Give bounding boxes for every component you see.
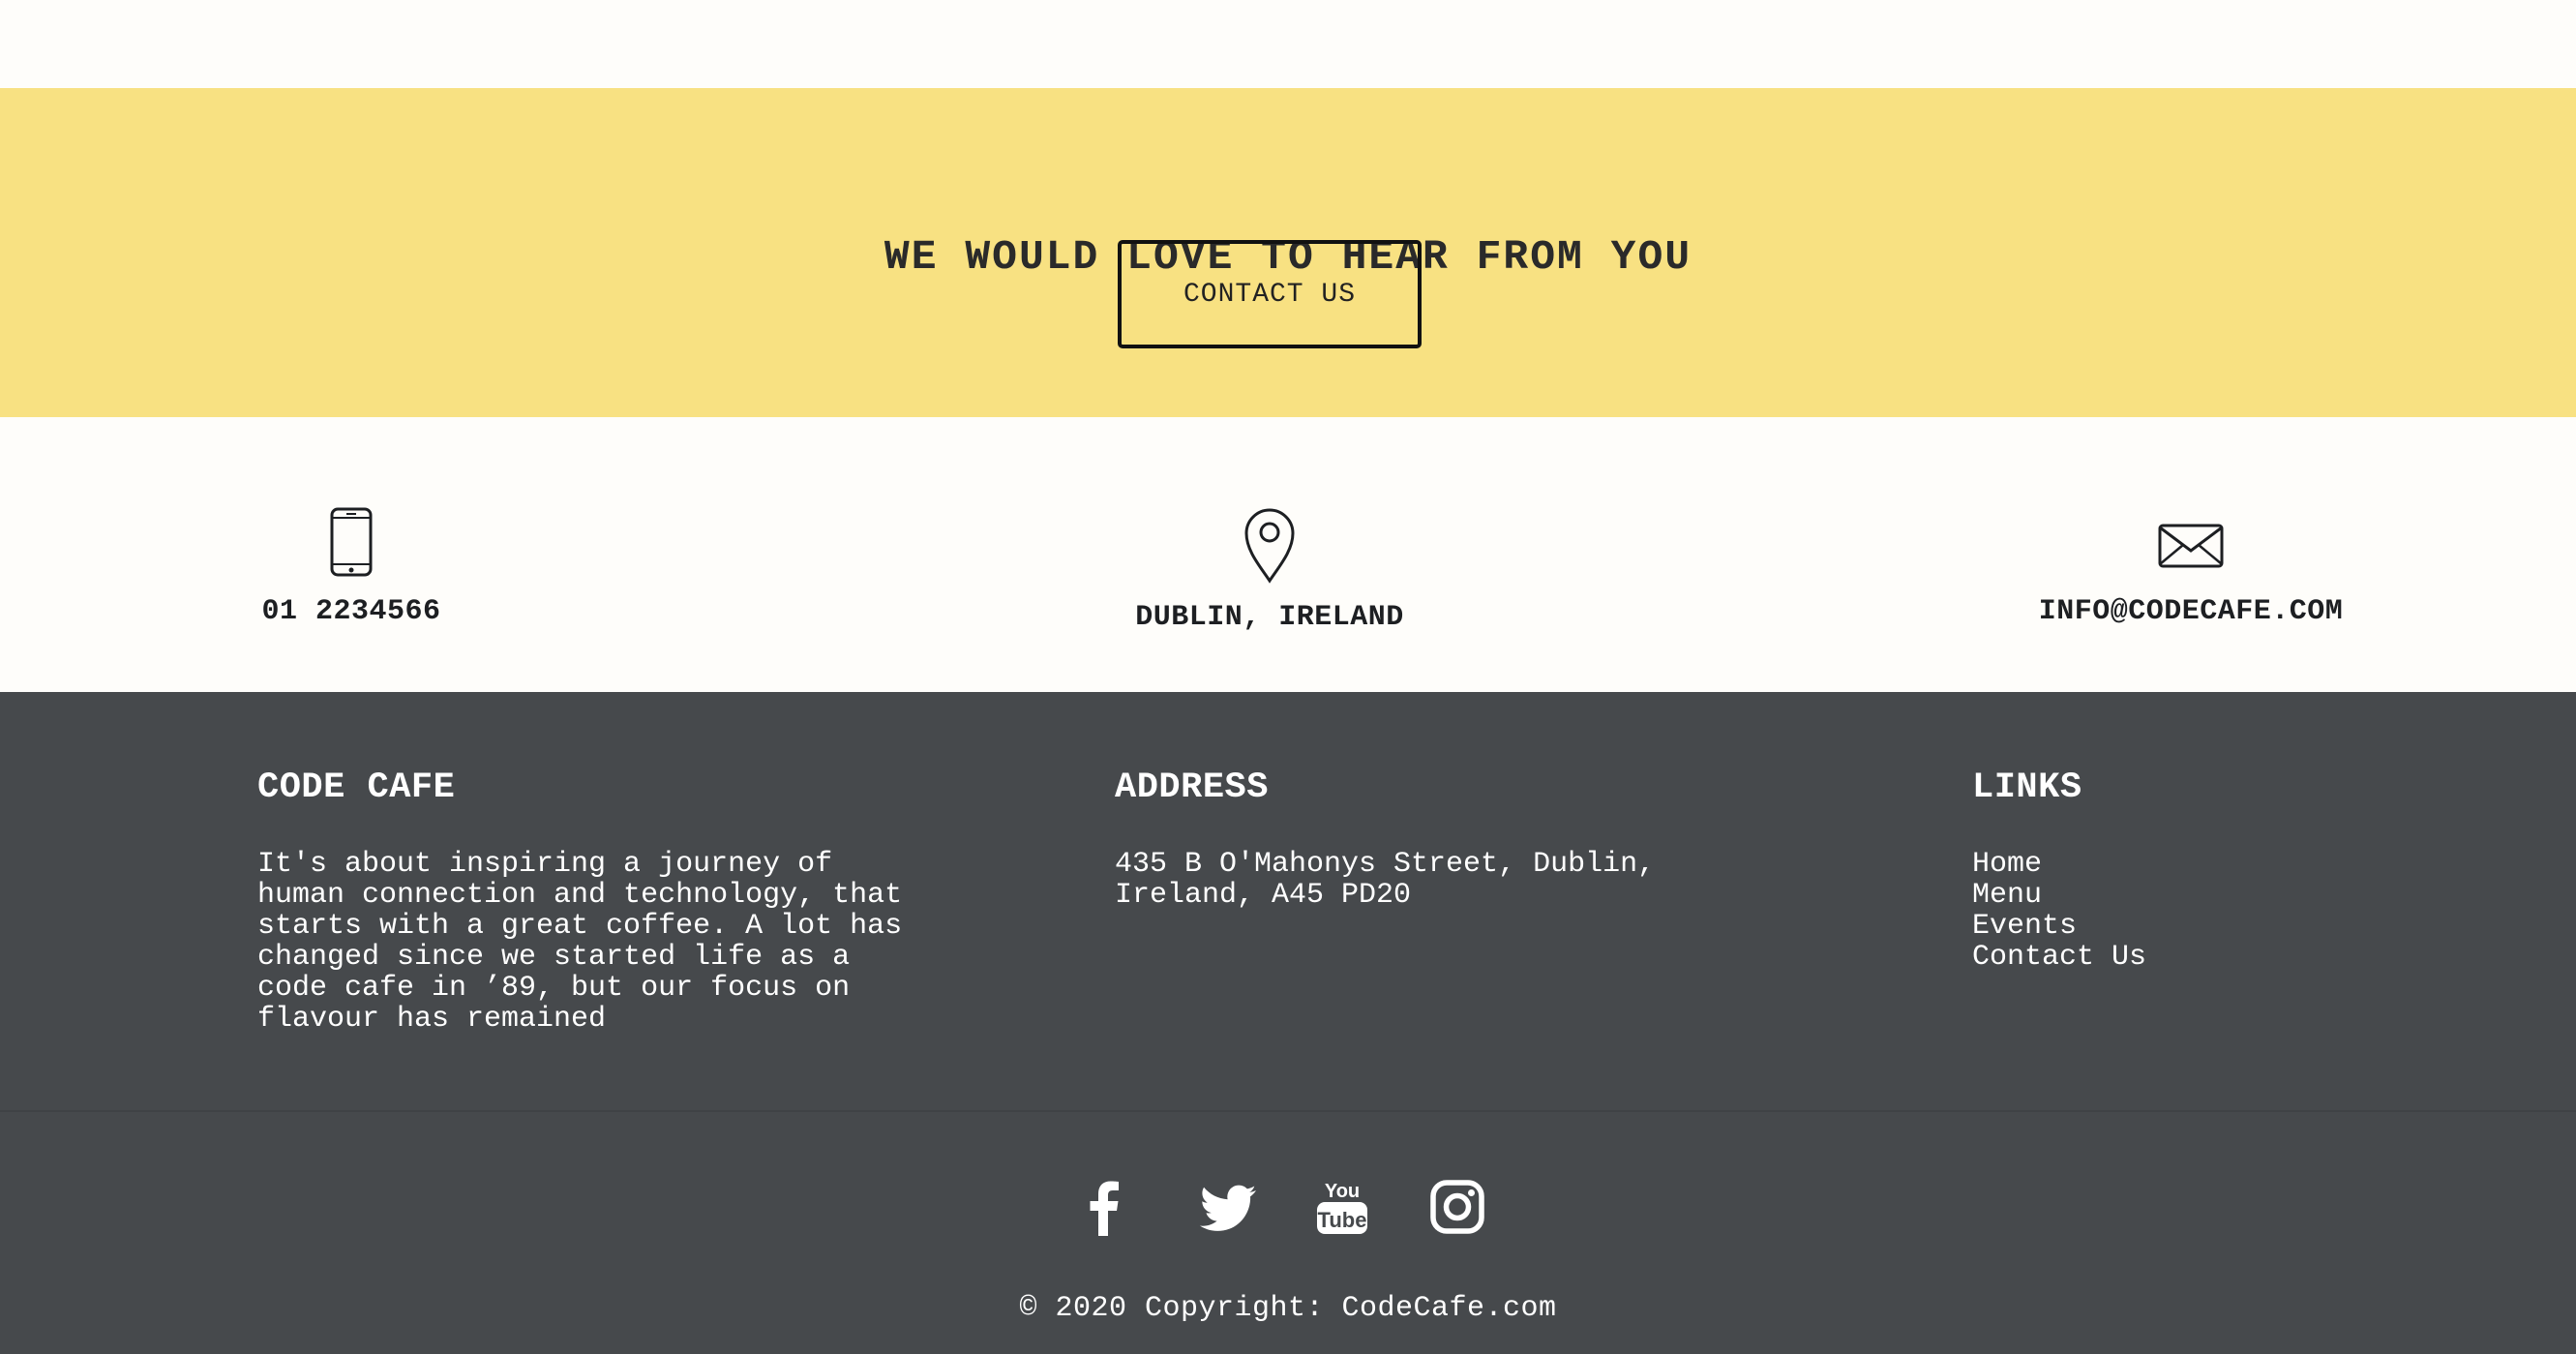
footer-links-list: Home Menu Events Contact Us bbox=[1972, 849, 2359, 973]
footer-about-heading: CODE CAFE bbox=[257, 767, 456, 808]
location-label: DUBLIN, IRELAND bbox=[1135, 601, 1404, 634]
contact-email: INFO@CODECAFE.COM bbox=[2028, 506, 2353, 628]
footer-address-text: 435 B O'Mahonys Street, Dublin, Ireland,… bbox=[1115, 848, 1656, 912]
instagram-icon[interactable] bbox=[1426, 1176, 1488, 1238]
contact-strip: 01 2234566 DUBLIN, IRELAND INFO@CODECAFE… bbox=[0, 417, 2576, 692]
site-footer: CODE CAFE It's about inspiring a journey… bbox=[0, 692, 2576, 1354]
footer-link-contact-us[interactable]: Contact Us bbox=[1972, 941, 2146, 974]
contact-phone: 01 2234566 bbox=[257, 506, 445, 628]
phone-number: 01 2234566 bbox=[261, 595, 441, 628]
twitter-icon[interactable] bbox=[1198, 1176, 1260, 1238]
footer-link-item: Contact Us bbox=[1972, 942, 2359, 973]
social-links: You Tube bbox=[0, 1176, 2576, 1244]
footer-link-menu[interactable]: Menu bbox=[1972, 879, 2042, 912]
cta-banner: WE WOULD LOVE TO HEAR FROM YOU CONTACT U… bbox=[0, 88, 2576, 417]
footer-link-item: Events bbox=[1972, 911, 2359, 942]
copyright-text: © 2020 Copyright: CodeCafe.com bbox=[1019, 1292, 1557, 1325]
footer-divider bbox=[0, 1110, 2576, 1112]
footer-address: ADDRESS 435 B O'Mahonys Street, Dublin, … bbox=[1115, 767, 1734, 911]
contact-us-button[interactable]: CONTACT US bbox=[1118, 240, 1422, 348]
envelope-icon bbox=[2158, 524, 2224, 568]
location-pin-icon bbox=[1244, 508, 1295, 584]
svg-text:Tube: Tube bbox=[1318, 1208, 1367, 1232]
footer-links: LINKS Home Menu Events Contact Us bbox=[1972, 767, 2359, 973]
top-strip bbox=[0, 0, 2576, 88]
footer-about: CODE CAFE It's about inspiring a journey… bbox=[257, 767, 915, 1035]
footer-link-item: Menu bbox=[1972, 880, 2359, 911]
footer-link-item: Home bbox=[1972, 849, 2359, 880]
footer-links-heading: LINKS bbox=[1972, 767, 2082, 808]
footer-address-heading: ADDRESS bbox=[1115, 767, 1269, 808]
footer-link-home[interactable]: Home bbox=[1972, 848, 2042, 881]
facebook-icon[interactable] bbox=[1073, 1176, 1135, 1238]
phone-icon bbox=[330, 507, 373, 577]
svg-text:You: You bbox=[1325, 1181, 1360, 1202]
footer-about-text: It's about inspiring a journey of human … bbox=[257, 848, 903, 1036]
email-label[interactable]: INFO@CODECAFE.COM bbox=[2028, 595, 2353, 628]
youtube-icon[interactable]: You Tube bbox=[1311, 1176, 1373, 1238]
contact-location: DUBLIN, IRELAND bbox=[1123, 506, 1417, 634]
footer-link-events[interactable]: Events bbox=[1972, 910, 2077, 943]
